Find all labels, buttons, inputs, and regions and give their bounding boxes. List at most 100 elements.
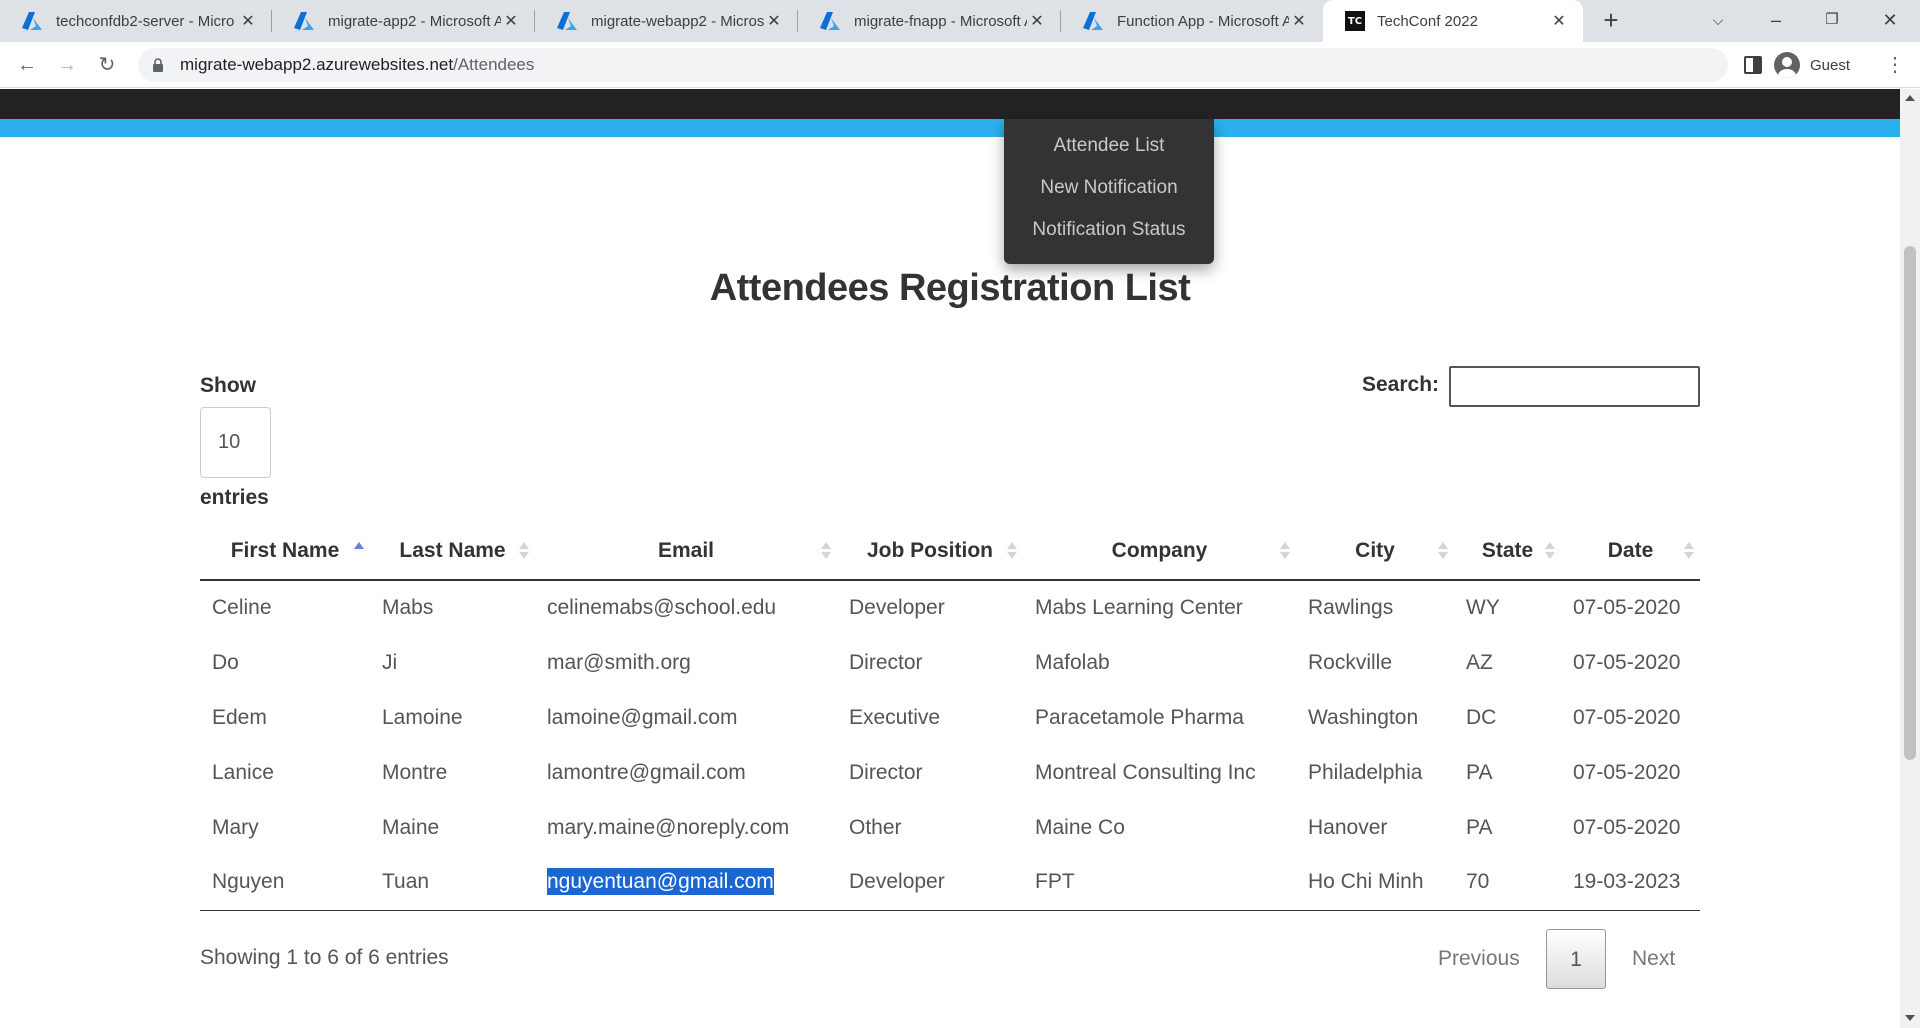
menu-item-new-notification[interactable]: New Notification bbox=[1004, 167, 1214, 209]
selected-text: nguyentuan@gmail.com bbox=[547, 868, 774, 896]
azure-icon bbox=[820, 12, 840, 30]
column-header-date[interactable]: Date bbox=[1561, 522, 1700, 581]
attendees-table: First Name Last Name Email Job Position … bbox=[200, 522, 1700, 911]
browser-tab[interactable]: migrate-webapp2 - Microso ✕ bbox=[535, 0, 798, 42]
cell-email: lamontre@gmail.com bbox=[547, 760, 746, 784]
entries-per-page-select[interactable]: 10 bbox=[200, 407, 271, 478]
azure-icon bbox=[22, 12, 42, 30]
close-tab-icon[interactable]: ✕ bbox=[1549, 11, 1569, 31]
azure-icon bbox=[294, 12, 314, 30]
search-input[interactable] bbox=[1449, 366, 1700, 407]
techconf-favicon: TC bbox=[1345, 11, 1365, 31]
cell-last-name: Lamoine bbox=[382, 705, 463, 729]
column-header-state[interactable]: State bbox=[1454, 522, 1561, 581]
cell-email: lamoine@gmail.com bbox=[547, 705, 738, 729]
cell-date: 07-05-2020 bbox=[1573, 760, 1681, 784]
cell-email: mar@smith.org bbox=[547, 650, 691, 674]
cell-state: PA bbox=[1466, 760, 1493, 784]
cell-job-position: Director bbox=[849, 650, 923, 674]
site-navbar bbox=[0, 89, 1900, 119]
cell-last-name: Tuan bbox=[370, 855, 535, 911]
cell-last-name: Montre bbox=[382, 760, 448, 784]
page-viewport: Attendee List New Notification Notificat… bbox=[0, 89, 1900, 1028]
cell-last-name: Maine bbox=[382, 815, 440, 839]
cell-first-name: Lanice bbox=[212, 760, 274, 784]
lock-icon bbox=[153, 58, 163, 72]
next-page-button[interactable]: Next bbox=[1632, 929, 1675, 989]
column-header-company[interactable]: Company bbox=[1023, 522, 1296, 581]
search-label: Search: bbox=[1362, 373, 1440, 396]
cell-first-name: Do bbox=[212, 650, 239, 674]
cell-last-name: Mabs bbox=[382, 596, 434, 619]
browser-tab[interactable]: techconfdb2-server - Micro ✕ bbox=[0, 0, 272, 42]
sort-icon bbox=[1280, 542, 1290, 562]
table-row: Lanice Montre lamontre@gmail.com Directo… bbox=[200, 745, 1700, 800]
profile-name: Guest bbox=[1810, 56, 1851, 74]
azure-icon bbox=[1083, 12, 1103, 30]
tab-search-icon[interactable]: ⌵ bbox=[1690, 0, 1746, 42]
forward-icon[interactable]: → bbox=[52, 50, 82, 80]
scroll-down-icon[interactable] bbox=[1905, 1015, 1915, 1021]
browser-tab[interactable]: migrate-app2 - Microsoft A ✕ bbox=[272, 0, 535, 42]
cell-company: Mabs Learning Center bbox=[1035, 596, 1243, 619]
table-row: Celine Mabs celinemabs@school.edu Develo… bbox=[200, 580, 1700, 635]
cell-company: Montreal Consulting Inc bbox=[1035, 760, 1256, 784]
cell-state: PA bbox=[1466, 815, 1493, 839]
cell-company: Paracetamole Pharma bbox=[1035, 705, 1244, 729]
reload-icon[interactable]: ↻ bbox=[92, 50, 122, 80]
close-window-icon[interactable]: ✕ bbox=[1862, 0, 1918, 42]
browser-menu-icon[interactable]: ⋮ bbox=[1880, 50, 1910, 80]
browser-tab[interactable]: migrate-fnapp - Microsoft A ✕ bbox=[798, 0, 1061, 42]
cell-state: AZ bbox=[1466, 650, 1493, 674]
cell-company: Maine Co bbox=[1035, 815, 1125, 839]
table-row: Edem Lamoine lamoine@gmail.com Executive… bbox=[200, 690, 1700, 745]
previous-page-button[interactable]: Previous bbox=[1438, 929, 1520, 989]
close-tab-icon[interactable]: ✕ bbox=[238, 11, 258, 31]
cell-city: Rockville bbox=[1308, 650, 1393, 674]
browser-tab-active[interactable]: TC TechConf 2022 ✕ bbox=[1323, 0, 1583, 42]
cell-state: 70 bbox=[1454, 855, 1561, 911]
avatar bbox=[1774, 52, 1800, 78]
scroll-up-icon[interactable] bbox=[1905, 95, 1915, 101]
sort-icon bbox=[1438, 542, 1448, 562]
close-tab-icon[interactable]: ✕ bbox=[501, 11, 521, 31]
back-icon[interactable]: ← bbox=[12, 50, 42, 80]
close-tab-icon[interactable]: ✕ bbox=[1027, 11, 1047, 31]
tab-title: TechConf 2022 bbox=[1377, 12, 1478, 30]
cell-city: Rawlings bbox=[1308, 596, 1394, 619]
cell-city: Hanover bbox=[1308, 815, 1388, 839]
url-field[interactable]: migrate-webapp2.azurewebsites.net/Attend… bbox=[138, 48, 1728, 82]
menu-item-notification-status[interactable]: Notification Status bbox=[1004, 209, 1214, 251]
table-row: Do Ji mar@smith.org Director Mafolab Roc… bbox=[200, 635, 1700, 690]
cell-city: Philadelphia bbox=[1308, 760, 1423, 784]
column-header-city[interactable]: City bbox=[1296, 522, 1454, 581]
side-panel-icon[interactable] bbox=[1742, 54, 1764, 76]
scrollbar-thumb[interactable] bbox=[1904, 246, 1916, 760]
page-scrollbar[interactable] bbox=[1900, 89, 1920, 1028]
browser-tab[interactable]: Function App - Microsoft A ✕ bbox=[1061, 0, 1323, 42]
new-tab-button[interactable]: + bbox=[1596, 6, 1626, 36]
column-header-job-position[interactable]: Job Position bbox=[837, 522, 1023, 581]
column-header-first-name[interactable]: First Name bbox=[200, 522, 370, 581]
menu-item-attendee-list[interactable]: Attendee List bbox=[1004, 125, 1214, 167]
tab-title: migrate-app2 - Microsoft A bbox=[328, 12, 501, 30]
browser-tab-strip: techconfdb2-server - Micro ✕ migrate-app… bbox=[0, 0, 1920, 42]
close-tab-icon[interactable]: ✕ bbox=[764, 11, 784, 31]
cell-email-selected: nguyentuan@gmail.com bbox=[535, 855, 837, 911]
column-header-email[interactable]: Email bbox=[535, 522, 837, 581]
url-path: /Attendees bbox=[453, 55, 535, 74]
cell-job-position: Developer bbox=[837, 855, 1023, 911]
column-header-last-name[interactable]: Last Name bbox=[370, 522, 535, 581]
profile-button[interactable]: Guest bbox=[1774, 50, 1850, 80]
close-tab-icon[interactable]: ✕ bbox=[1289, 11, 1309, 31]
minimize-icon[interactable]: – bbox=[1748, 0, 1804, 42]
cell-first-name: Mary bbox=[212, 815, 259, 839]
cell-city: Ho Chi Minh bbox=[1296, 855, 1454, 911]
cell-job-position: Executive bbox=[849, 705, 941, 729]
sort-icon bbox=[1684, 542, 1694, 562]
page-1-button[interactable]: 1 bbox=[1546, 929, 1606, 989]
table-row: Nguyen Tuan nguyentuan@gmail.com Develop… bbox=[200, 855, 1700, 911]
restore-icon[interactable]: ❐ bbox=[1804, 0, 1860, 42]
cell-job-position: Director bbox=[849, 760, 923, 784]
tab-title: techconfdb2-server - Micro bbox=[56, 12, 235, 30]
